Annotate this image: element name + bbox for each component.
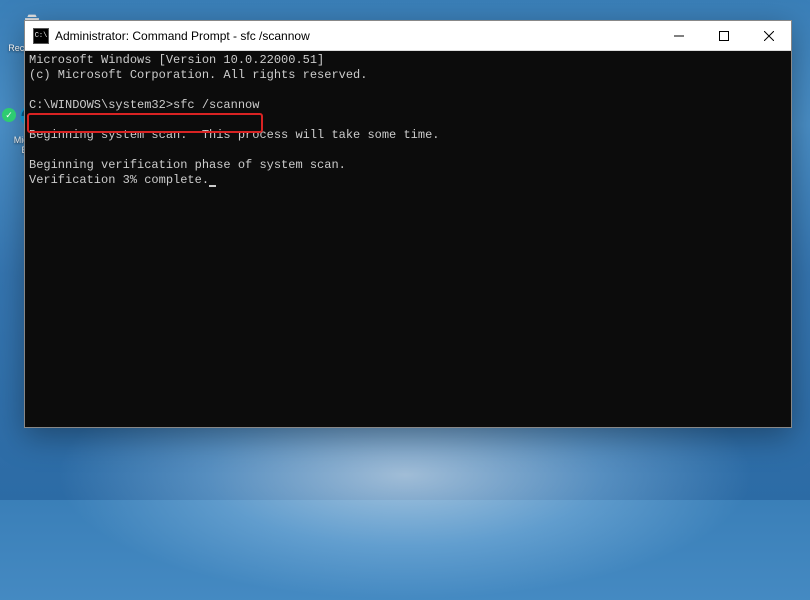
sync-check-icon: ✓ xyxy=(2,108,16,122)
command-prompt-window: C:\ Administrator: Command Prompt - sfc … xyxy=(24,20,792,428)
terminal-output[interactable]: Microsoft Windows [Version 10.0.22000.51… xyxy=(25,51,791,427)
terminal-progress-line: Verification 3% complete. xyxy=(29,173,209,187)
close-button[interactable] xyxy=(746,21,791,50)
window-title: Administrator: Command Prompt - sfc /sca… xyxy=(55,29,656,43)
terminal-line: Microsoft Windows [Version 10.0.22000.51… xyxy=(29,53,324,67)
terminal-prompt-line: C:\WINDOWS\system32>sfc /scannow xyxy=(29,98,259,112)
terminal-line: Beginning verification phase of system s… xyxy=(29,158,346,172)
window-titlebar[interactable]: C:\ Administrator: Command Prompt - sfc … xyxy=(25,21,791,51)
terminal-line: Beginning system scan. This process will… xyxy=(29,128,439,142)
terminal-cursor xyxy=(209,185,216,187)
minimize-button[interactable] xyxy=(656,21,701,50)
window-controls xyxy=(656,21,791,50)
terminal-line: (c) Microsoft Corporation. All rights re… xyxy=(29,68,367,82)
cmd-icon: C:\ xyxy=(33,28,49,44)
maximize-button[interactable] xyxy=(701,21,746,50)
